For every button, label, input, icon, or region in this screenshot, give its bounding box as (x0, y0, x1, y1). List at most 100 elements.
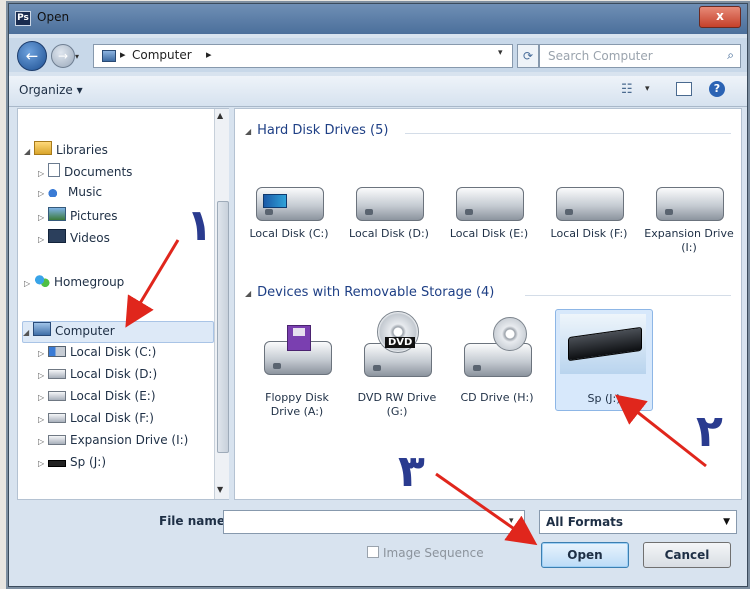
sidebar-item-local-disk-d[interactable]: ▷ Local Disk (D:) (38, 367, 157, 387)
expand-icon[interactable]: ▷ (38, 349, 48, 358)
window-title: Open (37, 10, 70, 24)
expand-icon[interactable]: ▷ (38, 371, 48, 380)
expand-icon[interactable]: ▷ (24, 279, 34, 288)
hard-drive-icon (464, 343, 532, 377)
search-input[interactable]: Search Computer ⌕ (539, 44, 741, 68)
sidebar-item-videos[interactable]: ▷ Videos (38, 229, 110, 249)
breadcrumb-chevron-icon[interactable]: ▸ (206, 48, 212, 61)
address-dropdown-icon[interactable]: ▾ (498, 48, 503, 58)
file-name-field[interactable] (223, 510, 525, 534)
change-view-icon[interactable]: ☷ (621, 82, 637, 97)
hard-drive-icon (656, 187, 724, 221)
search-placeholder: Search Computer (548, 49, 653, 63)
expand-icon[interactable]: ▷ (38, 189, 48, 198)
sidebar-item-pictures[interactable]: ▷ Pictures (38, 207, 118, 227)
drive-label: DVD RW Drive (G:) (357, 391, 437, 418)
collapse-icon[interactable]: ◢ (23, 328, 33, 337)
sidebar-item-expansion-drive[interactable]: ▷ Expansion Drive (I:) (38, 433, 188, 453)
image-sequence-label: Image Sequence (383, 546, 484, 560)
disk-icon (48, 413, 66, 423)
history-dropdown-icon[interactable]: ▾ (75, 52, 79, 61)
sidebar-scrollbar[interactable]: ▲ ▼ (214, 109, 229, 499)
sidebar-item-label: Homegroup (54, 275, 125, 289)
file-name-label: File name: (159, 514, 230, 528)
sidebar-item-sp[interactable]: ▷ Sp (J:) (38, 455, 106, 475)
file-name-dropdown-icon[interactable]: ▾ (509, 516, 514, 526)
organize-menu[interactable]: Organize ▾ (19, 83, 83, 97)
sidebar-item-label: Music (68, 185, 103, 199)
drive-tile-c[interactable]: Local Disk (C:) (241, 167, 337, 267)
drive-tile-expansion[interactable]: Expansion Drive (I:) (641, 167, 737, 267)
collapse-icon[interactable]: ◢ (245, 289, 251, 298)
sidebar-item-label: Videos (70, 231, 110, 245)
sidebar-item-documents[interactable]: ▷ Documents (38, 163, 132, 183)
forward-button[interactable]: → (51, 44, 75, 68)
group-header-hard-disks[interactable]: ◢ Hard Disk Drives (5) (245, 123, 388, 138)
cancel-button[interactable]: Cancel (643, 542, 731, 568)
expand-icon[interactable]: ▷ (38, 213, 48, 222)
videos-icon (48, 229, 66, 243)
system-disk-icon (48, 346, 66, 357)
collapse-icon[interactable]: ◢ (24, 147, 34, 156)
open-button[interactable]: Open (541, 542, 629, 568)
drive-tile-f[interactable]: Local Disk (F:) (541, 167, 637, 267)
drive-tile-e[interactable]: Local Disk (E:) (441, 167, 537, 267)
app-icon: Ps (15, 11, 31, 26)
disk-icon (48, 435, 66, 445)
sidebar-item-label: Documents (64, 165, 133, 179)
open-dialog: Ps Open x ← → ▾ ▸ Computer ▸ ▾ ⟳ Search … (8, 3, 748, 587)
preview-pane-icon[interactable] (676, 82, 692, 96)
chevron-down-icon[interactable]: ▼ (723, 517, 730, 527)
expand-icon[interactable]: ▷ (38, 415, 48, 424)
sidebar-item-label: Local Disk (D:) (70, 367, 158, 381)
drive-label: Local Disk (F:) (550, 227, 628, 240)
file-type-select[interactable]: All Formats ▼ (539, 510, 737, 534)
drive-tile-dvd[interactable]: DVD DVD RW Drive (G:) (349, 309, 445, 418)
drive-tile-floppy[interactable]: Floppy Disk Drive (A:) (249, 321, 345, 421)
sidebar-item-homegroup[interactable]: ▷ Homegroup (24, 275, 124, 295)
expand-icon[interactable]: ▷ (38, 459, 48, 468)
breadcrumb-computer[interactable]: Computer (132, 48, 192, 62)
drive-label: Expansion Drive (I:) (644, 227, 734, 254)
expand-icon[interactable]: ▷ (38, 393, 48, 402)
documents-icon (48, 163, 60, 177)
sidebar-item-local-disk-c[interactable]: ▷ Local Disk (C:) (38, 345, 156, 365)
drive-label: Local Disk (D:) (349, 227, 429, 240)
address-bar[interactable]: ▸ Computer ▸ ▾ (93, 44, 513, 68)
refresh-button[interactable]: ⟳ (517, 44, 539, 68)
sidebar-item-computer[interactable]: ◢ Computer (22, 321, 214, 343)
sidebar-item-local-disk-f[interactable]: ▷ Local Disk (F:) (38, 411, 154, 431)
view-dropdown-icon[interactable]: ▾ (645, 84, 650, 94)
command-bar: Organize ▾ ☷ ▾ ? (9, 76, 747, 107)
drive-label: Floppy Disk Drive (A:) (265, 391, 329, 418)
library-icon (34, 141, 52, 155)
collapse-icon[interactable]: ◢ (245, 127, 251, 136)
expand-icon[interactable]: ▷ (38, 235, 48, 244)
scroll-down-icon[interactable]: ▼ (217, 485, 223, 494)
drive-tile-sp[interactable]: Sp (J:) (555, 309, 653, 411)
breadcrumb-chevron-icon[interactable]: ▸ (120, 48, 126, 61)
expand-icon[interactable]: ▷ (38, 437, 48, 446)
scroll-up-icon[interactable]: ▲ (217, 111, 223, 120)
image-sequence-option: Image Sequence (367, 546, 484, 560)
drive-tile-cd[interactable]: CD Drive (H:) (449, 309, 545, 409)
expand-icon[interactable]: ▷ (38, 169, 48, 178)
sidebar-item-music[interactable]: ▷ Music (38, 185, 102, 205)
image-sequence-checkbox[interactable] (367, 546, 379, 558)
back-button[interactable]: ← (17, 41, 47, 71)
search-icon[interactable]: ⌕ (727, 48, 734, 63)
dvd-badge: DVD (385, 337, 416, 348)
group-header-removable[interactable]: ◢ Devices with Removable Storage (4) (245, 285, 494, 300)
help-icon[interactable]: ? (709, 81, 725, 97)
title-bar[interactable]: Ps Open x (9, 4, 747, 34)
drive-tile-d[interactable]: Local Disk (D:) (341, 167, 437, 267)
sidebar-item-label: Local Disk (C:) (70, 345, 157, 359)
scrollbar-thumb[interactable] (217, 201, 229, 453)
homegroup-icon (34, 275, 50, 287)
sidebar-item-libraries[interactable]: ◢ Libraries (24, 141, 108, 161)
close-button[interactable]: x (699, 6, 741, 28)
sidebar-item-label: Pictures (70, 209, 118, 223)
sidebar-item-local-disk-e[interactable]: ▷ Local Disk (E:) (38, 389, 156, 409)
sidebar-item-label: Local Disk (E:) (70, 389, 156, 403)
navigation-bar: ← → ▾ ▸ Computer ▸ ▾ ⟳ Search Computer ⌕ (9, 38, 747, 72)
